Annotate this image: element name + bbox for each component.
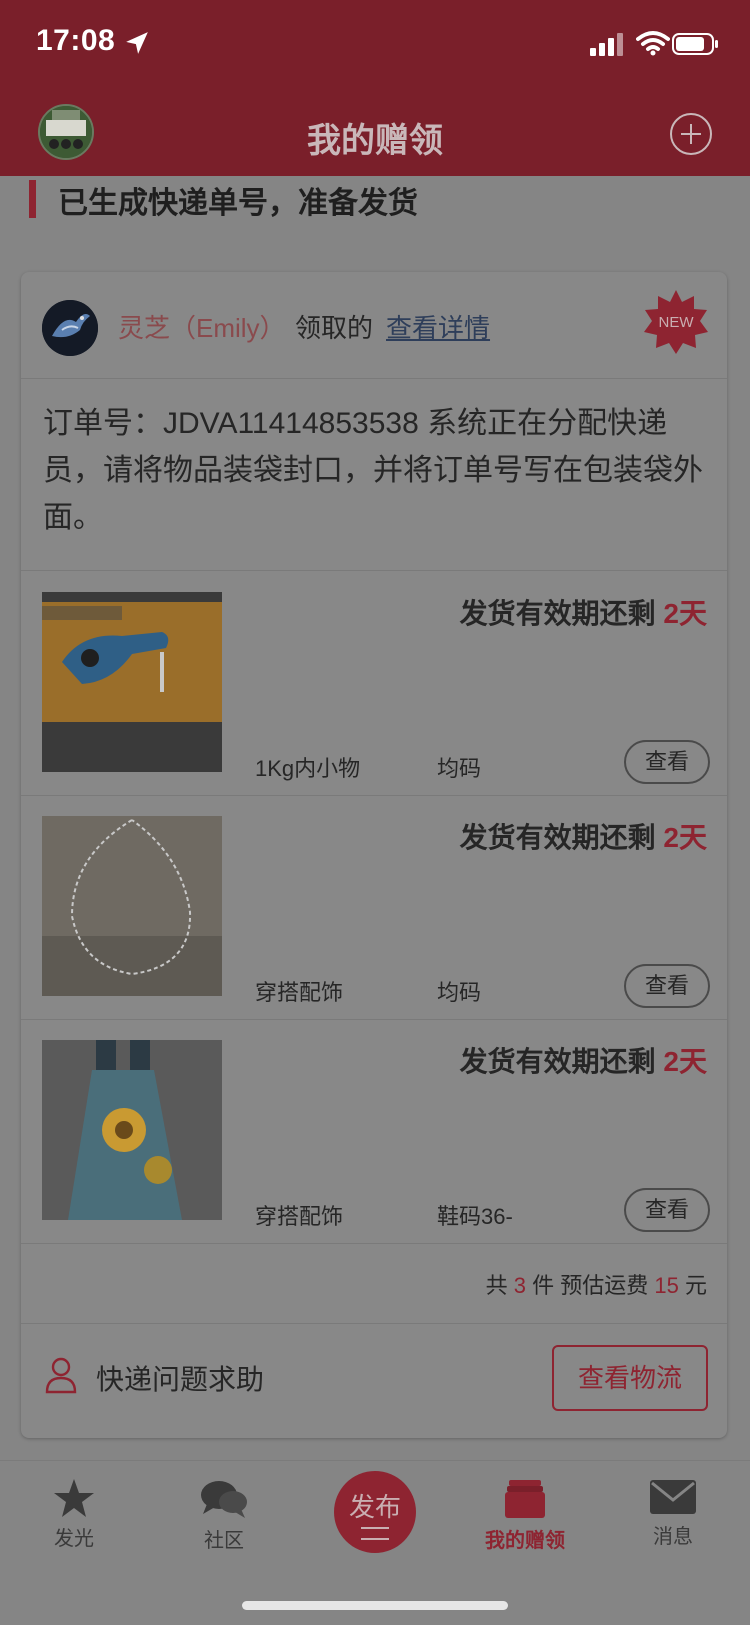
divider: [21, 378, 727, 379]
claimed-label: 领取的: [295, 313, 374, 343]
section-title: 已生成快递单号，准备发货: [58, 187, 418, 220]
person-icon: [45, 1357, 77, 1394]
tab-messages[interactable]: 消息: [618, 1478, 728, 1549]
status-time: 17:08: [36, 24, 116, 57]
summary-fee-unit: 元: [684, 1273, 707, 1298]
claimer-avatar-image: [42, 300, 98, 356]
item-photo-sewing-machine: [42, 592, 222, 772]
item-size: 鞋码36-: [437, 1204, 513, 1229]
shipping-expiry: 发货有效期还剩 2天: [460, 592, 707, 632]
item-photo-necklace: [42, 816, 222, 996]
page-title: 我的赠领: [307, 122, 443, 160]
tab-label: 消息: [653, 1526, 693, 1548]
item-image[interactable]: [42, 592, 222, 772]
signal-icon: [590, 33, 623, 56]
claimer-avatar[interactable]: [42, 300, 98, 356]
tab-community[interactable]: 社区: [169, 1478, 279, 1553]
wifi-icon: [636, 31, 670, 56]
item-photo-dress: [42, 1040, 222, 1220]
item-category: 穿搭配饰: [255, 980, 344, 1005]
home-indicator[interactable]: [242, 1601, 508, 1610]
claimer-name: 灵芝（Emily）: [118, 313, 286, 343]
divider: [21, 1243, 727, 1244]
divider: [21, 795, 727, 796]
view-logistics-button[interactable]: 查看物流: [552, 1345, 708, 1411]
expiry-label: 发货有效期还剩: [459, 822, 656, 853]
chat-icon: [201, 1481, 247, 1518]
expiry-days: 2天: [663, 598, 707, 629]
item-image[interactable]: [42, 1040, 222, 1220]
view-details-link[interactable]: 查看详情: [386, 308, 490, 345]
view-item-button[interactable]: 查看: [624, 740, 710, 784]
summary-prefix: 共: [485, 1273, 508, 1298]
add-button[interactable]: [670, 113, 712, 155]
item-category: 穿搭配饰: [255, 1204, 344, 1229]
item-count: 3: [513, 1273, 526, 1298]
divider: [21, 570, 727, 571]
publish-icon: [361, 1527, 389, 1540]
battery-icon: [672, 33, 718, 55]
view-item-button[interactable]: 查看: [624, 964, 710, 1008]
location-arrow-icon: [126, 32, 148, 54]
shipping-expiry: 发货有效期还剩 2天: [460, 816, 707, 856]
star-icon: [54, 1479, 94, 1517]
order-message: 订单号：JDVA11414853538 系统正在分配快递员，请将物品装袋封口，并…: [43, 407, 703, 534]
view-item-button[interactable]: 查看: [624, 1188, 710, 1232]
gift-box-icon: [505, 1480, 545, 1518]
order-summary: 共 3 件 预估运费 15 元: [486, 1268, 707, 1300]
publish-button[interactable]: 发布: [334, 1471, 416, 1553]
new-badge-text: NEW: [659, 314, 695, 331]
item-image[interactable]: [42, 816, 222, 996]
item-category: 1Kg内小物: [255, 756, 361, 781]
shipping-fee: 15: [654, 1273, 679, 1298]
summary-count-unit: 件 预估运费: [532, 1273, 649, 1298]
expiry-label: 发货有效期还剩: [459, 1046, 656, 1077]
item-size: 均码: [437, 980, 482, 1005]
tab-faguang[interactable]: 发光: [19, 1478, 129, 1551]
expiry-days: 2天: [663, 822, 707, 853]
tab-label: 社区: [204, 1530, 244, 1552]
divider: [21, 1019, 727, 1020]
expiry-days: 2天: [663, 1046, 707, 1077]
section-accent-bar: [29, 180, 36, 218]
status-bar: 17:08: [0, 0, 750, 88]
tab-label: 发光: [54, 1528, 94, 1550]
expiry-label: 发货有效期还剩: [459, 598, 656, 629]
new-badge: NEW: [644, 290, 708, 354]
mail-icon: [650, 1480, 696, 1514]
publish-label: 发布: [348, 1492, 401, 1522]
item-size: 均码: [437, 756, 482, 781]
shipping-help-link[interactable]: 快递问题求助: [96, 1358, 264, 1398]
shipping-expiry: 发货有效期还剩 2天: [460, 1040, 707, 1080]
tab-my-gifts[interactable]: 我的赠领: [470, 1478, 580, 1553]
tab-label: 我的赠领: [485, 1530, 565, 1552]
divider: [21, 1323, 727, 1324]
